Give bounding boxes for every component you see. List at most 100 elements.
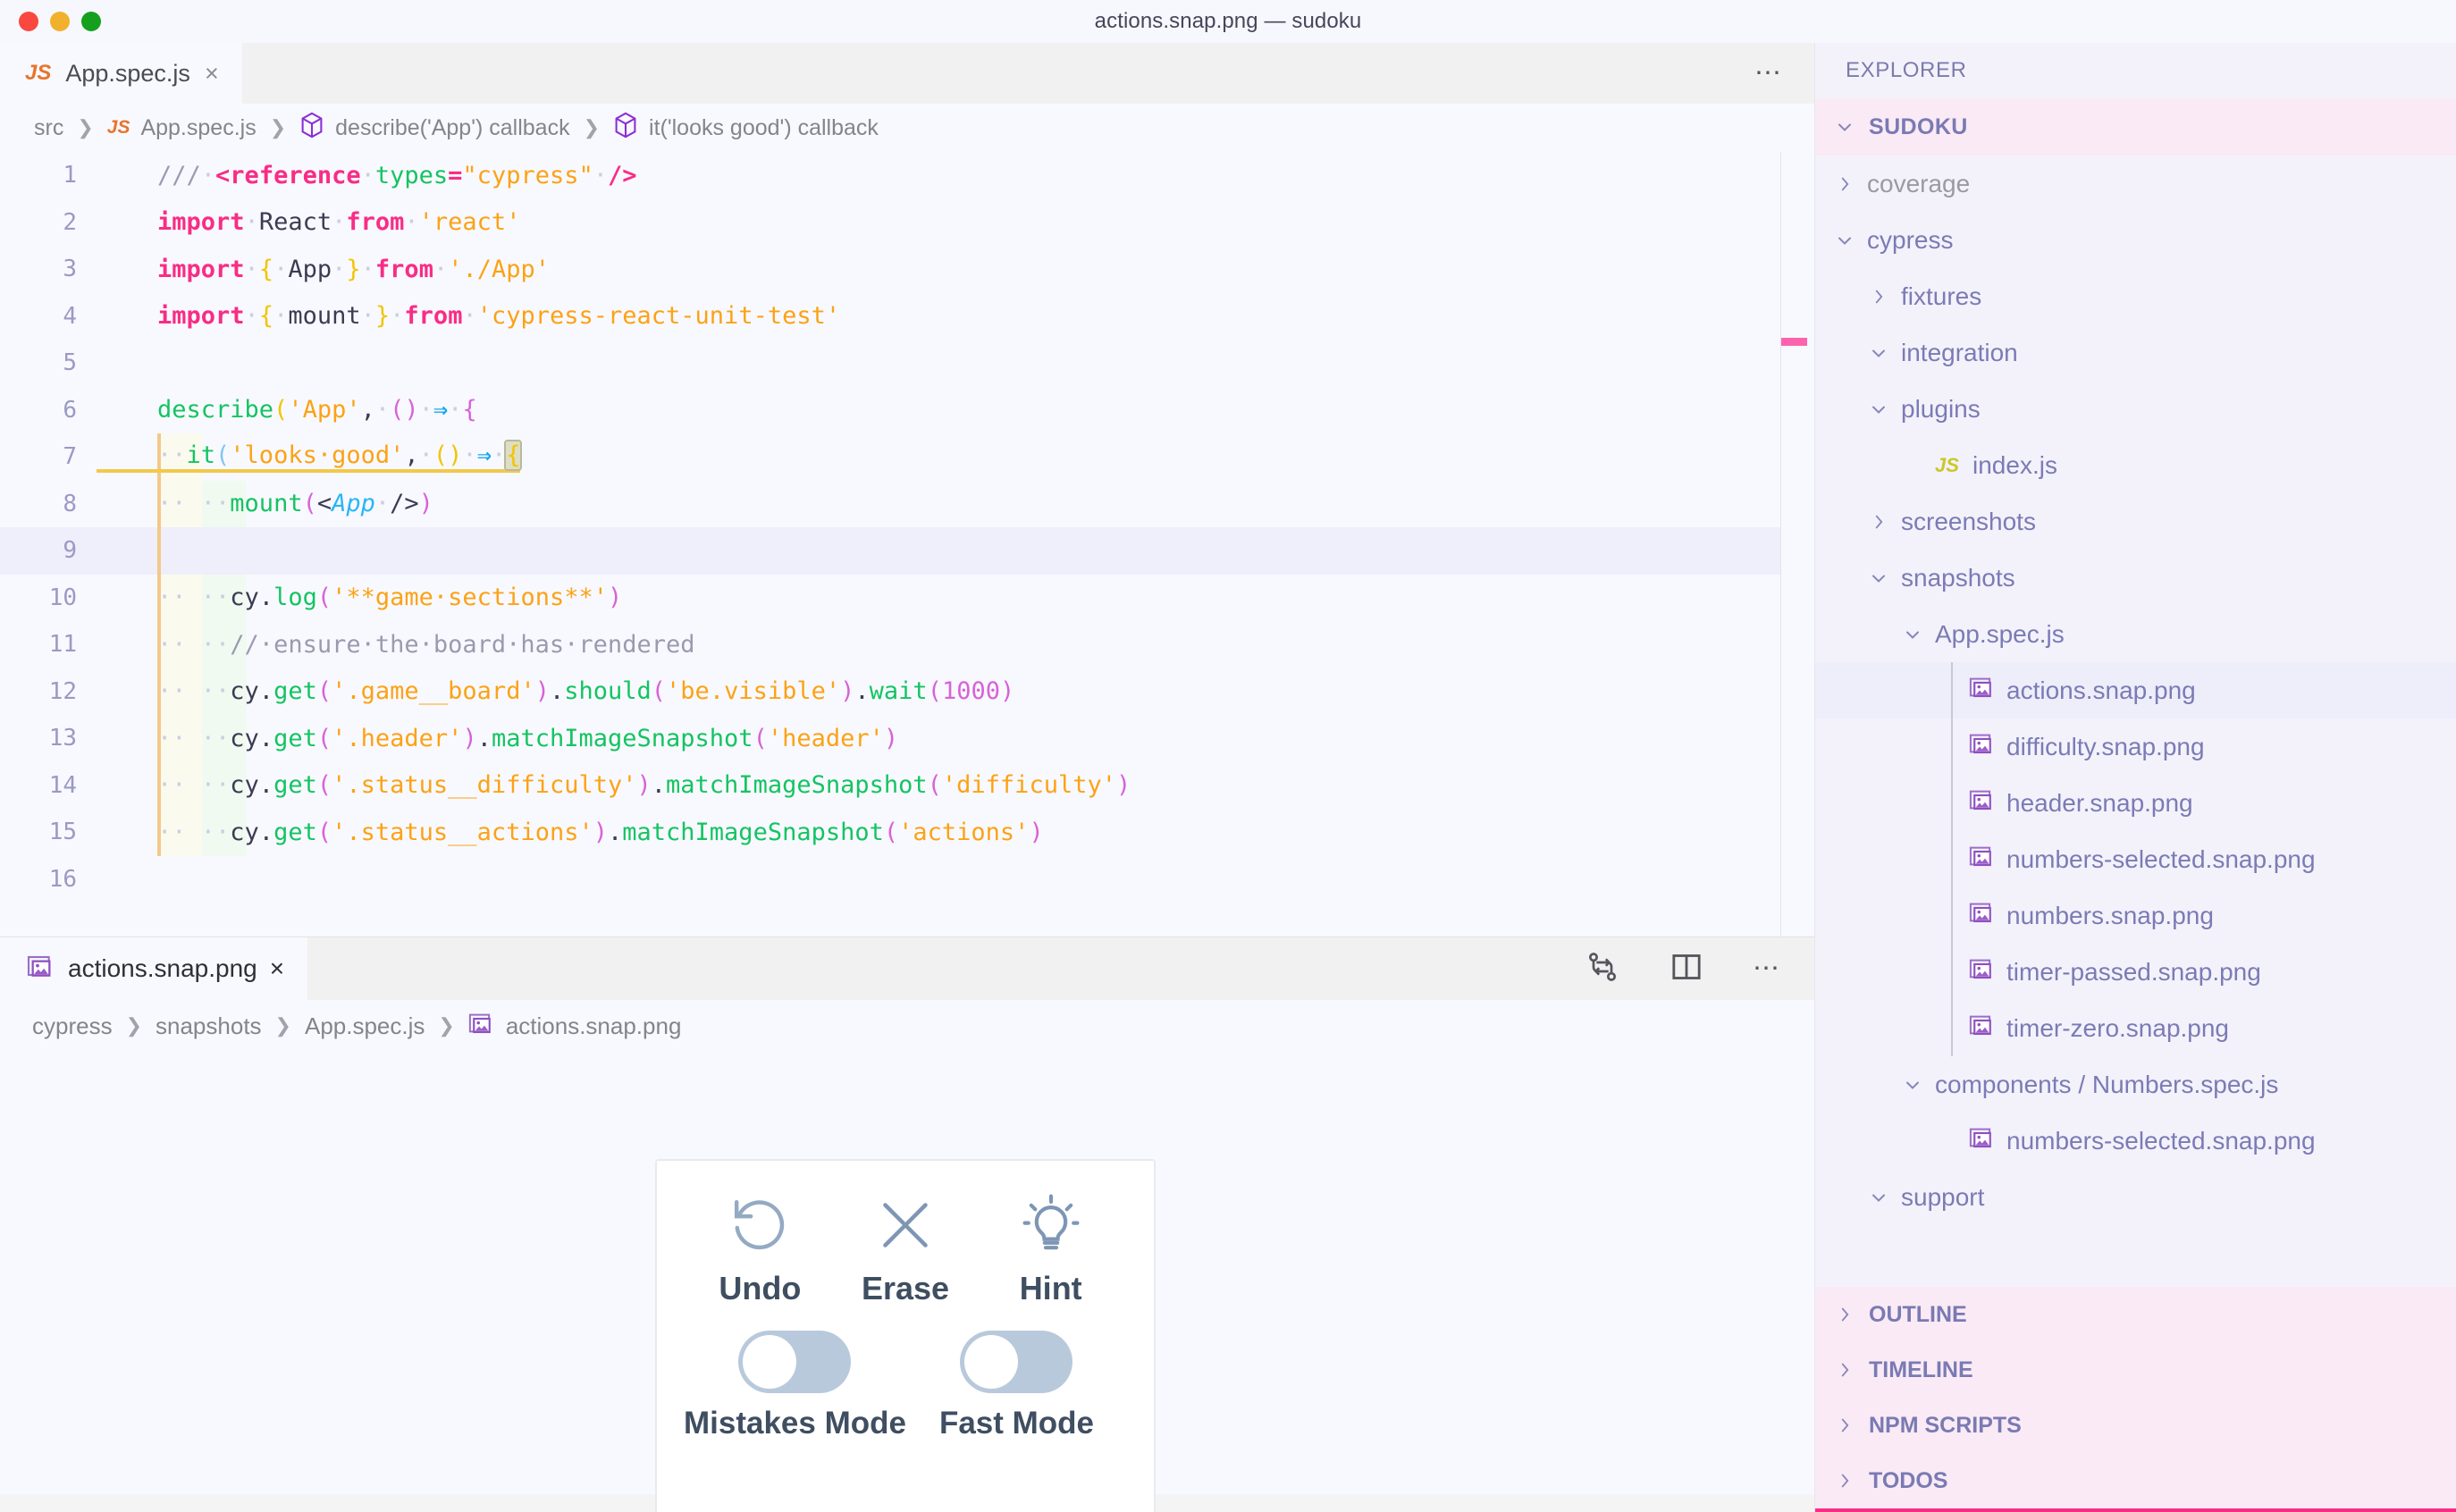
tree-item-components-numbers-spec-js[interactable]: components / Numbers.spec.js <box>1815 1056 2456 1113</box>
snapshot-toggle-fast-mode: Fast Mode <box>906 1331 1127 1441</box>
tab-actions-snap-png[interactable]: actions.snap.png × <box>0 937 307 1000</box>
line-number: 16 <box>0 866 97 893</box>
section-npm-scripts[interactable]: NPM SCRIPTS <box>1815 1398 2456 1453</box>
tree-item-snapshots[interactable]: snapshots <box>1815 550 2456 606</box>
tree-item-screenshots[interactable]: screenshots <box>1815 493 2456 550</box>
tab-app-spec-js[interactable]: JS App.spec.js × <box>0 43 242 104</box>
breadcrumb-item-file[interactable]: actions.snap.png <box>506 1012 682 1040</box>
tree-item-label: plugins <box>1901 395 1981 424</box>
chevron-right-icon: ❯ <box>435 1014 457 1037</box>
breadcrumb-item-src[interactable]: src <box>34 115 63 141</box>
snapshot-toggles-row: Mistakes Mode Fast Mode <box>657 1307 1154 1441</box>
title-bar: actions.snap.png — sudoku <box>0 0 2456 43</box>
explorer-title: EXPLORER <box>1815 43 2456 98</box>
chevron-right-icon: ❯ <box>74 116 96 139</box>
overview-ruler-scrollbar[interactable] <box>1780 152 1814 937</box>
tree-item-label: screenshots <box>1901 508 2036 536</box>
tree-item-numbers-selected-snap-png[interactable]: numbers-selected.snap.png <box>1815 831 2456 887</box>
image-file-icon <box>1969 1012 1996 1045</box>
line-number: 6 <box>0 397 97 424</box>
snapshot-toggle-mistakes-mode: Mistakes Mode <box>684 1331 906 1441</box>
section-timeline[interactable]: TIMELINE <box>1815 1342 2456 1398</box>
image-preview-canvas: Undo Erase <box>0 1052 1814 1494</box>
tree-item-integration[interactable]: integration <box>1815 324 2456 381</box>
code-editor[interactable]: 1 ///·<reference·types="cypress"·/> 2 im… <box>0 152 1814 937</box>
line-content: ·· ··mount(<App·/>) <box>97 490 433 517</box>
section-todos[interactable]: TODOS <box>1815 1453 2456 1508</box>
line-content: import·{·mount·}·from·'cypress-react-uni… <box>97 302 840 330</box>
code-line: 15 ·· ··cy.get('.status__actions').match… <box>0 809 1814 856</box>
tree-item-label: actions.snap.png <box>2006 676 2196 705</box>
code-line: 2 import·React·from·'react' <box>0 199 1814 247</box>
breadcrumb-item-snapshots[interactable]: snapshots <box>156 1012 262 1040</box>
image-file-icon <box>1969 674 1996 707</box>
indent-guide <box>157 527 161 575</box>
tree-item-timer-zero-snap-png[interactable]: timer-zero.snap.png <box>1815 1000 2456 1056</box>
tree-item-timer-passed-snap-png[interactable]: timer-passed.snap.png <box>1815 944 2456 1000</box>
line-content: ··it('looks·good',·()·⇒·{ <box>97 441 520 473</box>
tree-item-plugins[interactable]: plugins <box>1815 381 2456 437</box>
breadcrumb-item-file[interactable]: App.spec.js <box>140 115 256 141</box>
chevron-right-icon: ❯ <box>581 116 602 139</box>
line-content: ·· ··//·ensure·the·board·has·rendered <box>97 631 694 659</box>
tree-item-actions-snap-png[interactable]: actions.snap.png <box>1815 662 2456 718</box>
close-x-icon <box>873 1188 938 1263</box>
section-outline[interactable]: OUTLINE <box>1815 1287 2456 1342</box>
close-icon[interactable]: × <box>205 62 219 86</box>
line-content: ·· ··cy.get('.game__board').should('be.v… <box>97 677 1014 705</box>
line-number: 12 <box>0 678 97 705</box>
line-number: 10 <box>0 584 97 611</box>
line-content: ·· ··cy.get('.header').matchImageSnapsho… <box>97 725 898 752</box>
line-number: 9 <box>0 537 97 564</box>
breadcrumb-item-app-spec[interactable]: App.spec.js <box>305 1012 425 1040</box>
tree-item-label: cypress <box>1867 226 1953 255</box>
tree-item-fixtures[interactable]: fixtures <box>1815 268 2456 324</box>
code-line: 11 ·· ··//·ensure·the·board·has·rendered <box>0 621 1814 668</box>
tree-item-difficulty-snap-png[interactable]: difficulty.snap.png <box>1815 718 2456 775</box>
tree-item-label: numbers-selected.snap.png <box>2006 1127 2316 1155</box>
tree-item-app-spec-js[interactable]: App.spec.js <box>1815 606 2456 662</box>
compare-changes-icon[interactable] <box>1585 949 1620 989</box>
explorer-root-sudoku[interactable]: SUDOKU <box>1815 98 2456 155</box>
breadcrumb-item-it[interactable]: it('looks good') callback <box>649 115 879 141</box>
tree-item-header-snap-png[interactable]: header.snap.png <box>1815 775 2456 831</box>
tree-item-label: App.spec.js <box>1935 620 2065 649</box>
chevron-right-icon <box>1867 512 1890 532</box>
tree-item-cypress[interactable]: cypress <box>1815 212 2456 268</box>
line-content: ·· ··cy.log('**game·sections**') <box>97 584 622 611</box>
more-actions-icon[interactable]: ⋯ <box>1753 961 1782 977</box>
tree-item-label: timer-passed.snap.png <box>2006 958 2261 987</box>
snapshot-action-label: Undo <box>719 1270 801 1307</box>
chevron-right-icon <box>1867 287 1890 307</box>
line-content: import·React·from·'react' <box>97 208 520 236</box>
breadcrumb-item-cypress[interactable]: cypress <box>32 1012 113 1040</box>
code-line: 13 ·· ··cy.get('.header').matchImageSnap… <box>0 715 1814 762</box>
line-number: 13 <box>0 725 97 752</box>
breadcrumb-item-describe[interactable]: describe('App') callback <box>335 115 569 141</box>
line-content: describe('App',·()·⇒·{ <box>97 396 477 424</box>
toggle-knob <box>743 1335 796 1389</box>
line-number: 3 <box>0 256 97 282</box>
chevron-down-icon <box>1901 1074 1924 1096</box>
split-editor-icon[interactable] <box>1669 949 1704 989</box>
tree-item-index-js[interactable]: JSindex.js <box>1815 437 2456 493</box>
line-number: 7 <box>0 443 97 470</box>
js-file-icon: JS <box>25 61 51 86</box>
code-line: 1 ///·<reference·types="cypress"·/> <box>0 152 1814 199</box>
tree-item-support[interactable]: support <box>1815 1169 2456 1225</box>
image-file-icon <box>1969 1124 1996 1157</box>
chevron-down-icon <box>1867 399 1890 420</box>
tree-item-numbers-snap-png[interactable]: numbers.snap.png <box>1815 887 2456 944</box>
editor-actions: ⋯ <box>1754 43 1814 104</box>
code-line: 8 ·· ··mount(<App·/>) <box>0 481 1814 528</box>
more-actions-icon[interactable]: ⋯ <box>1754 65 1784 81</box>
section-label: OUTLINE <box>1869 1302 1967 1328</box>
chevron-down-icon <box>1867 567 1890 589</box>
close-icon[interactable]: × <box>270 954 284 983</box>
section-label: TODOS <box>1869 1468 1947 1494</box>
tree-item-coverage[interactable]: coverage <box>1815 155 2456 212</box>
line-number: 2 <box>0 209 97 236</box>
js-icon: JS <box>107 117 130 139</box>
cursor-position-marker <box>1781 338 1807 346</box>
tree-item-numbers-selected-snap-png[interactable]: numbers-selected.snap.png <box>1815 1113 2456 1169</box>
